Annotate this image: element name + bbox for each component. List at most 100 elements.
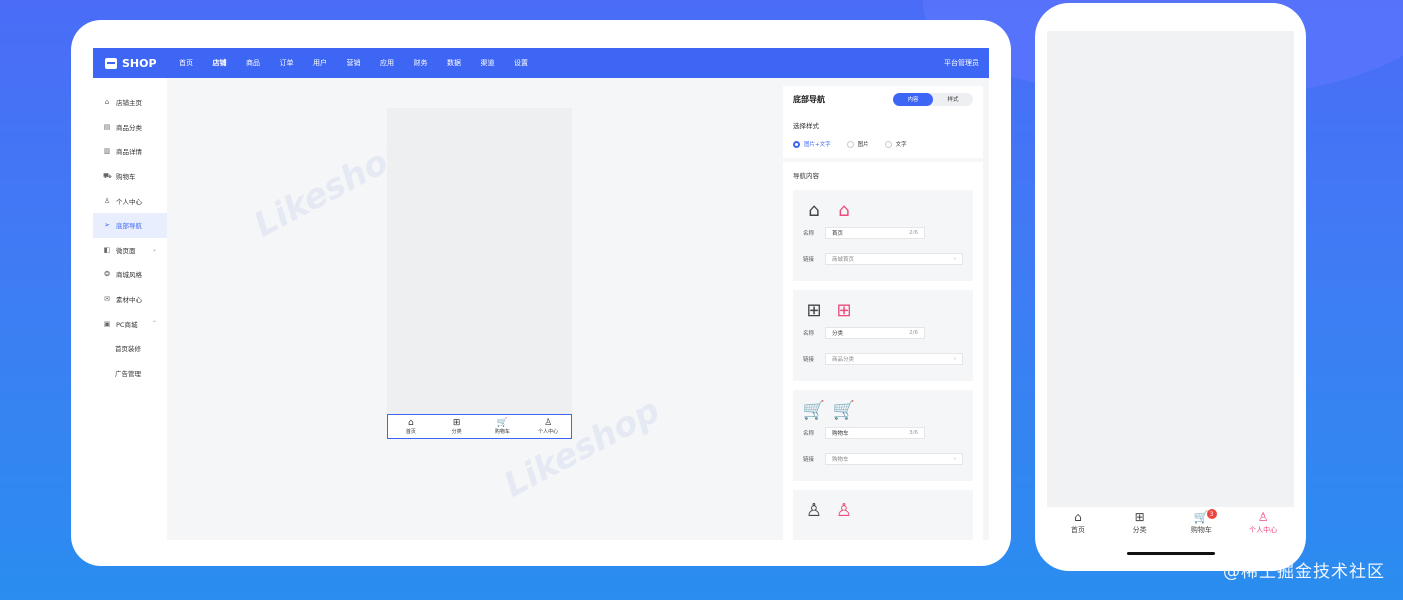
chevron-right-icon: › [953, 356, 956, 362]
topnav-item[interactable]: 商品 [246, 58, 280, 68]
radio-image-text[interactable]: 图片+文字 [793, 140, 831, 148]
radio-image[interactable]: 图片 [846, 140, 869, 148]
topnav-item[interactable]: 渠道 [481, 58, 515, 68]
link-label: 链接 [803, 357, 815, 363]
preview-bottom-nav[interactable]: ⌂ 首页 ⊞ 分类 🛒 购物车 ♙ 个人中心 [387, 414, 572, 439]
category-icon: ▤ [103, 122, 111, 131]
sidebar-item[interactable]: ⌂ 店铺主页 [93, 90, 167, 115]
phone-tab-bar: ⌂ 首页 ⊞ 分类 🛒 购物车 3 ♙ 个人中心 [1047, 507, 1294, 539]
sidebar-item[interactable]: ▤ 商品分类 [93, 115, 167, 140]
nav-selected-icon[interactable]: 🛒 [833, 400, 855, 422]
sidebar-item[interactable]: 广告管理 [93, 361, 167, 386]
home-icon: ⌂ [1074, 510, 1082, 524]
sidebar-item[interactable]: ▣ PC商城 ⌃ [93, 311, 167, 336]
topnav-item[interactable]: 财务 [414, 58, 448, 68]
link-select[interactable]: 商城首页 › [825, 253, 963, 265]
user-icon: ♙ [1257, 510, 1269, 524]
user-icon: ♙ [544, 418, 553, 428]
sidebar-item-label: PC商城 [116, 320, 138, 329]
admin-screen: SHOP 首页 店铺 商品 订单 用户 营销 应用 财务 数据 渠道 设置 平台管理员 ⌂ 店铺主页 ▤… [93, 48, 989, 540]
sidebar-item-label: 底部导航 [116, 222, 142, 231]
phone-tab[interactable]: ⊞ 分类 [1109, 507, 1171, 539]
nav-item-card: ⊞ ⊞ 名称 分类 2/6 链接 商品分类 › [793, 290, 973, 381]
sidebar-item-label: 商品详情 [116, 148, 142, 157]
nav-normal-icon[interactable]: 🛒 [803, 400, 825, 422]
brand-name: SHOP [122, 56, 157, 70]
grid-icon: ⊞ [452, 418, 461, 428]
name-input[interactable]: 分类 2/6 [825, 327, 925, 339]
topnav-item[interactable]: 营销 [347, 58, 381, 68]
nav-item-card: ⌂ ⌂ 名称 首页 2/6 链接 商城首页 › [793, 190, 973, 281]
nav-content-card: 导航内容 ⌂ ⌂ 名称 首页 2/6 链接 商城首页 › ⊞ ⊞ 名称 分类 2/6 链接 商品分类 › 🛒 🛒 名… [783, 162, 983, 540]
grid-icon: ⊞ [1134, 510, 1145, 524]
topnav-item[interactable]: 首页 [179, 58, 213, 68]
link-label: 链接 [803, 457, 815, 463]
image-icon: ✉ [104, 295, 110, 304]
topnav-item[interactable]: 设置 [514, 58, 548, 68]
top-nav: 首页 店铺 商品 订单 用户 营销 应用 财务 数据 渠道 设置 [179, 58, 944, 68]
topnav-item[interactable]: 数据 [447, 58, 481, 68]
nav-item-card: ♙ ♙ [793, 490, 973, 540]
link-label: 链接 [803, 257, 815, 263]
settings-panel: 底部导航 内容 样式 选择样式 图片+文字 图片 文字 导航内容 ⌂ ⌂ 名称 … [783, 86, 983, 540]
topnav-item[interactable]: 店铺 [213, 58, 247, 68]
cart-badge: 3 [1206, 509, 1217, 519]
name-label: 名称 [803, 331, 815, 337]
preview-nav-label: 首页 [405, 429, 416, 435]
topnav-item[interactable]: 用户 [313, 58, 347, 68]
preview-nav-item[interactable]: ⌂ 首页 [388, 415, 434, 438]
topnav-item[interactable]: 应用 [380, 58, 414, 68]
chevron-right-icon: › [953, 256, 956, 262]
sidebar-item[interactable]: ✉ 素材中心 [93, 287, 167, 312]
credit-watermark: @稀土掘金技术社区 [1223, 562, 1385, 582]
preview-nav-item[interactable]: 🛒 购物车 [480, 415, 526, 438]
sidebar-item[interactable]: ▥ 商品详情 [93, 139, 167, 164]
page-icon: ◧ [103, 245, 111, 254]
sidebar-item[interactable]: ❂ 商城风格 [93, 262, 167, 287]
name-input[interactable]: 首页 2/6 [825, 227, 925, 239]
preview-nav-label: 个人中心 [538, 429, 559, 435]
radio-text[interactable]: 文字 [884, 140, 907, 148]
preview-nav-item[interactable]: ♙ 个人中心 [525, 415, 571, 438]
char-count: 2/6 [909, 230, 918, 236]
sidebar-item[interactable]: ⛟ 购物车 [93, 164, 167, 189]
style-radio-group: 图片+文字 图片 文字 [793, 140, 973, 148]
tab-content[interactable]: 内容 [893, 92, 933, 106]
sidebar-item-label: 店铺主页 [116, 99, 142, 108]
cart-icon: ⛟ [103, 171, 112, 180]
content-label: 导航内容 [793, 172, 819, 180]
nav-normal-icon[interactable]: ⌂ [803, 200, 825, 222]
char-count: 2/6 [909, 330, 918, 336]
logo[interactable]: SHOP [105, 57, 179, 70]
palette-icon: ❂ [104, 270, 110, 279]
nav-selected-icon[interactable]: ⊞ [833, 300, 855, 322]
name-input[interactable]: 购物车 3/6 [825, 427, 925, 439]
admin-user-label[interactable]: 平台管理员 [944, 58, 979, 68]
phone-tab[interactable]: 🛒 购物车 3 [1171, 507, 1233, 539]
sidebar-item-label: 个人中心 [116, 197, 142, 206]
tab-style[interactable]: 样式 [933, 93, 973, 106]
nav-normal-icon[interactable]: ⊞ [803, 300, 825, 322]
phone-tab[interactable]: ⌂ 首页 [1047, 507, 1109, 539]
desktop-mockup: SHOP 首页 店铺 商品 订单 用户 营销 应用 财务 数据 渠道 设置 平台管理员 ⌂ 店铺主页 ▤… [71, 20, 1011, 566]
nav-selected-icon[interactable]: ♙ [833, 500, 855, 522]
user-icon: ♙ [103, 196, 111, 205]
nav-normal-icon[interactable]: ♙ [803, 500, 825, 522]
sidebar-item[interactable]: 首页装修 [93, 336, 167, 361]
link-select[interactable]: 购物车 › [825, 453, 963, 465]
link-select[interactable]: 商品分类 › [825, 353, 963, 365]
nav-item-card: 🛒 🛒 名称 购物车 3/6 链接 购物车 › [793, 390, 973, 481]
phone-tab[interactable]: ♙ 个人中心 [1232, 507, 1294, 539]
nav-selected-icon[interactable]: ⌂ [833, 200, 855, 222]
sidebar-item[interactable]: ◧ 微页面 ⌄ [93, 238, 167, 263]
topnav-item[interactable]: 订单 [280, 58, 314, 68]
pc-icon: ▣ [103, 319, 111, 328]
sidebar: ⌂ 店铺主页 ▤ 商品分类 ▥ 商品详情 ⛟ 购物车 ♙ 个人中心 ➢ 底部导航 ◧ 微页面 ⌄ ❂ 商城风格 ✉… [93, 78, 167, 540]
sidebar-item[interactable]: ➢ 底部导航 [93, 212, 167, 238]
preview-nav-item[interactable]: ⊞ 分类 [434, 415, 480, 438]
style-label: 选择样式 [793, 122, 819, 130]
panel-tabs: 内容 样式 [893, 92, 973, 106]
sidebar-item[interactable]: ♙ 个人中心 [93, 188, 167, 213]
preview-nav-label: 分类 [451, 429, 462, 435]
shop-logo-icon [105, 57, 117, 69]
